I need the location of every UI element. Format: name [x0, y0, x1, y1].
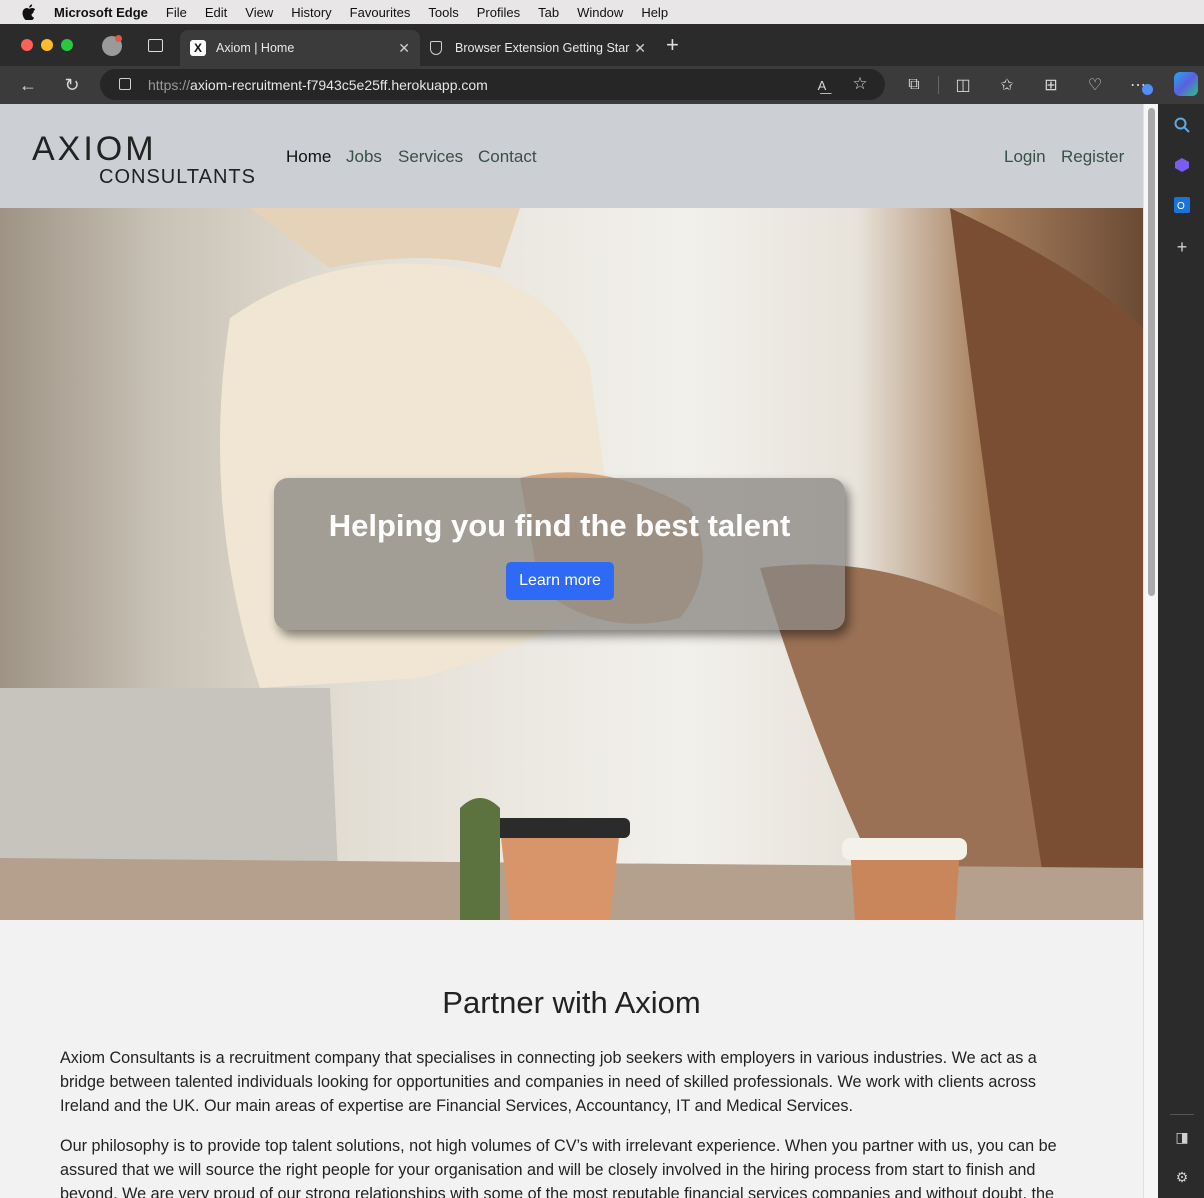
outlook-icon[interactable]: O: [1173, 196, 1191, 214]
menu-view[interactable]: View: [245, 5, 273, 20]
tab-browser-extension[interactable]: Browser Extension Getting Star ✕: [420, 30, 656, 66]
logo-wordmark: AXIOM: [32, 130, 157, 168]
split-screen-icon[interactable]: ◫: [953, 75, 973, 95]
scrollbar-thumb[interactable]: [1148, 108, 1155, 596]
tab-title: Axiom | Home: [216, 41, 295, 55]
close-window-button[interactable]: [21, 39, 33, 51]
back-icon[interactable]: ←: [18, 75, 38, 95]
logo-subtitle: CONSULTANTS: [99, 166, 256, 188]
tab-title: Browser Extension Getting Star: [455, 41, 630, 55]
shield-icon: [430, 41, 442, 55]
nav-home[interactable]: Home: [286, 147, 331, 167]
tab-axiom-home[interactable]: X Axiom | Home ✕: [180, 30, 420, 66]
copilot-icon[interactable]: [1174, 72, 1198, 96]
address-bar[interactable]: https://axiom-recruitment-f7943c5e25ff.h…: [100, 69, 885, 100]
tab-close-icon[interactable]: ✕: [398, 40, 410, 57]
svg-text:O: O: [1177, 201, 1185, 212]
info-badge-icon: [1142, 84, 1153, 95]
nav-services[interactable]: Services: [398, 147, 463, 167]
menu-app-name[interactable]: Microsoft Edge: [54, 5, 148, 20]
edge-sidebar: O + ◨ ⚙: [1158, 104, 1204, 1198]
notification-dot-icon: [115, 35, 122, 42]
favorites-icon[interactable]: ✩: [997, 75, 1017, 95]
reload-icon[interactable]: ↻: [62, 75, 82, 95]
menu-profiles[interactable]: Profiles: [477, 5, 520, 20]
search-icon[interactable]: [1173, 116, 1191, 134]
menu-tab[interactable]: Tab: [538, 5, 559, 20]
workspaces-icon[interactable]: [148, 39, 163, 52]
copilot-sidebar-icon[interactable]: [1173, 156, 1191, 174]
menu-history[interactable]: History: [291, 5, 331, 20]
section-heading: Partner with Axiom: [442, 985, 701, 1020]
menu-favourites[interactable]: Favourites: [350, 5, 411, 20]
collections-icon[interactable]: ⊞: [1041, 75, 1061, 95]
sidebar-divider: [1170, 1114, 1194, 1115]
browser-toolbar: ← ↻ https://axiom-recruitment-f7943c5e25…: [0, 66, 1204, 104]
learn-more-button[interactable]: Learn more: [506, 562, 614, 600]
add-sidebar-app-icon[interactable]: +: [1173, 237, 1191, 257]
site-navbar: AXIOM CONSULTANTS Home Jobs Services Con…: [0, 104, 1143, 208]
menu-file[interactable]: File: [166, 5, 187, 20]
nav-register[interactable]: Register: [1061, 147, 1124, 167]
apple-icon[interactable]: [18, 4, 40, 20]
page-scrollbar[interactable]: [1143, 104, 1158, 1198]
philosophy-paragraph: Our philosophy is to provide top talent …: [60, 1137, 1057, 1198]
minimize-window-button[interactable]: [41, 39, 53, 51]
web-page: AXIOM CONSULTANTS Home Jobs Services Con…: [0, 104, 1143, 1198]
read-aloud-icon[interactable]: A͟: [812, 75, 832, 95]
menu-edit[interactable]: Edit: [205, 5, 227, 20]
new-tab-icon[interactable]: +: [666, 32, 679, 58]
hide-sidebar-icon[interactable]: ◨: [1173, 1128, 1191, 1146]
menu-help[interactable]: Help: [641, 5, 668, 20]
sidebar-settings-gear-icon[interactable]: ⚙: [1173, 1168, 1191, 1186]
tab-close-icon[interactable]: ✕: [634, 40, 646, 57]
nav-jobs[interactable]: Jobs: [346, 147, 382, 167]
toolbar-divider: [938, 76, 939, 94]
axiom-logo[interactable]: AXIOM CONSULTANTS: [32, 130, 262, 190]
hero-banner: Helping you find the best talent Learn m…: [0, 208, 1143, 920]
nav-contact[interactable]: Contact: [478, 147, 537, 167]
hero-heading: Helping you find the best talent: [328, 508, 791, 543]
extensions-icon[interactable]: ⧉: [904, 75, 924, 95]
url-text[interactable]: https://axiom-recruitment-f7943c5e25ff.h…: [148, 77, 488, 93]
hero-callout-card: Helping you find the best talent Learn m…: [274, 478, 845, 630]
lock-icon[interactable]: [119, 78, 131, 90]
intro-paragraph: Axiom Consultants is a recruitment compa…: [60, 1049, 1037, 1115]
macos-menubar: Microsoft Edge File Edit View History Fa…: [0, 0, 1204, 24]
menu-window[interactable]: Window: [577, 5, 623, 20]
favorite-star-icon[interactable]: ☆: [850, 74, 870, 94]
nav-login[interactable]: Login: [1004, 147, 1046, 167]
browser-tab-strip: X Axiom | Home ✕ Browser Extension Getti…: [0, 24, 1204, 66]
menu-tools[interactable]: Tools: [428, 5, 458, 20]
browser-essentials-icon[interactable]: ♡: [1085, 75, 1105, 95]
profile-avatar-icon[interactable]: [102, 35, 122, 56]
zoom-window-button[interactable]: [61, 39, 73, 51]
axiom-favicon-icon: X: [190, 40, 206, 56]
